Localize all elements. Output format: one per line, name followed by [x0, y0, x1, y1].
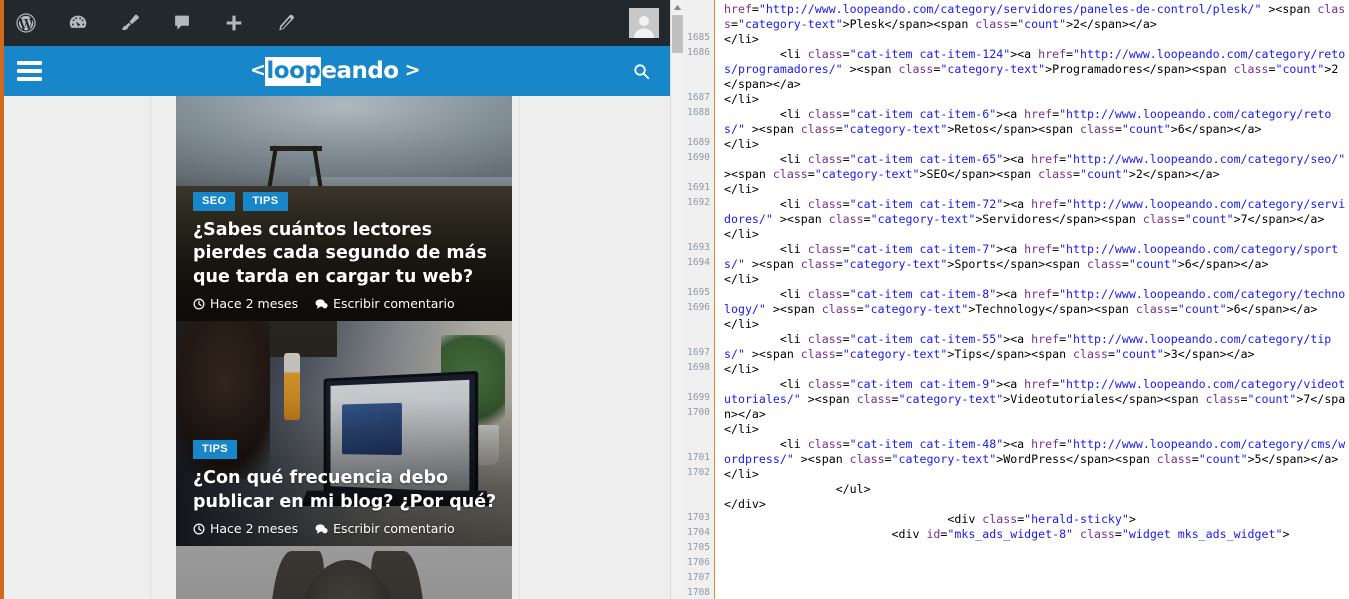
article-comment-text: Escribir comentario — [333, 521, 455, 536]
article-date: Hace 2 meses — [193, 521, 298, 536]
line-number: 1691 — [687, 182, 710, 193]
tag-badge[interactable]: TIPS — [243, 192, 288, 212]
source-scrollbar[interactable] — [670, 0, 684, 599]
tag-badge[interactable]: TIPS — [193, 440, 238, 460]
article-date: Hace 2 meses — [193, 296, 298, 311]
line-number: 1701 — [687, 452, 710, 463]
logo-rest: eando — [321, 58, 399, 84]
site-logo[interactable]: < loop eando > — [58, 56, 612, 86]
logo-suffix: > — [404, 59, 421, 81]
line-number: 1689 — [687, 137, 710, 148]
line-number: 1695 — [687, 287, 710, 298]
line-number: 1702 — [687, 467, 710, 478]
hamburger-line — [16, 77, 42, 81]
line-number: 1698 — [687, 362, 710, 373]
line-number: 1694 — [687, 257, 710, 268]
hamburger-line — [16, 69, 42, 73]
screen-root: < loop eando > SEO TIPS ¿Sabes cuántos l… — [0, 0, 1349, 599]
paintbrush-icon[interactable] — [104, 0, 156, 46]
line-number: 1688 — [687, 107, 710, 118]
article-comment-text: Escribir comentario — [333, 296, 455, 311]
page-source-viewer: 1685 1686 1687 1688 1689 1690 1691 1692 1693 1694… — [670, 0, 1349, 599]
line-number: 1700 — [687, 407, 710, 418]
line-number: 1687 — [687, 92, 710, 103]
line-number: 1699 — [687, 392, 710, 403]
line-number: 1703 — [687, 512, 710, 523]
hamburger-menu-icon[interactable] — [0, 46, 58, 96]
article-tags: SEO TIPS — [193, 192, 498, 212]
article-date-text: Hace 2 meses — [210, 521, 299, 536]
tag-badge[interactable]: SEO — [193, 192, 236, 212]
article-list: SEO TIPS ¿Sabes cuántos lectores pierdes… — [176, 96, 512, 599]
article-meta: Hace 2 meses Escribir comentario — [193, 296, 498, 311]
line-number-gutter: 1685 1686 1687 1688 1689 1690 1691 1692 1693 1694… — [683, 0, 715, 599]
pencil-edit-icon[interactable] — [260, 0, 312, 46]
comment-icon — [315, 298, 328, 310]
article-comment-link[interactable]: Escribir comentario — [315, 296, 455, 311]
article-body: TIPS ¿Con qué frecuencia debo publicar e… — [193, 440, 498, 536]
line-number: 1708 — [687, 587, 710, 598]
comment-bubble-icon[interactable] — [156, 0, 208, 46]
website-preview-pane: < loop eando > SEO TIPS ¿Sabes cuántos l… — [0, 0, 670, 599]
wordpress-logo-icon[interactable] — [0, 0, 52, 46]
hamburger-line — [16, 61, 42, 65]
line-number: 1686 — [687, 47, 710, 58]
clock-icon — [193, 523, 205, 535]
line-number: 1705 — [687, 542, 710, 553]
comment-icon — [315, 523, 328, 535]
line-number: 1707 — [687, 572, 710, 583]
source-code-body: 1685 1686 1687 1688 1689 1690 1691 1692 1693 1694… — [683, 0, 1349, 599]
logo-highlight: loop — [265, 56, 322, 86]
avatar[interactable] — [618, 0, 670, 46]
line-number: 1692 — [687, 197, 710, 208]
article-meta: Hace 2 meses Escribir comentario — [193, 521, 498, 536]
article-thumbnail — [176, 546, 512, 599]
left-edge-strip — [0, 0, 4, 599]
article-title[interactable]: ¿Con qué frecuencia debo publicar en mi … — [193, 467, 498, 514]
line-number: 1685 — [687, 32, 710, 43]
search-icon[interactable] — [612, 46, 670, 96]
dashboard-gauge-icon[interactable] — [52, 0, 104, 46]
line-number: 1704 — [687, 527, 710, 538]
article-card[interactable] — [176, 546, 512, 599]
article-tags: TIPS — [193, 440, 498, 460]
article-title[interactable]: ¿Sabes cuántos lectores pierdes cada seg… — [193, 219, 498, 289]
logo-prefix: < — [249, 59, 266, 81]
source-code-text[interactable]: href="http://www.loopeando.com/category/… — [715, 0, 1349, 599]
column-divider-right — [519, 96, 520, 599]
scrollbar-thumb[interactable] — [672, 15, 683, 53]
clock-icon — [193, 298, 205, 310]
line-number: 1693 — [687, 242, 710, 253]
column-divider-left — [150, 96, 151, 599]
article-card[interactable]: SEO TIPS ¿Sabes cuántos lectores pierdes… — [176, 96, 512, 321]
line-number: 1697 — [687, 347, 710, 358]
avatar-image — [629, 8, 659, 38]
line-number: 1690 — [687, 152, 710, 163]
line-number: 1696 — [687, 302, 710, 313]
plus-icon[interactable] — [208, 0, 260, 46]
article-date-text: Hace 2 meses — [210, 296, 299, 311]
wordpress-admin-bar — [0, 0, 670, 46]
article-comment-link[interactable]: Escribir comentario — [315, 521, 455, 536]
line-number: 1706 — [687, 557, 710, 568]
article-body: SEO TIPS ¿Sabes cuántos lectores pierdes… — [193, 192, 498, 311]
site-content-area: SEO TIPS ¿Sabes cuántos lectores pierdes… — [0, 96, 670, 599]
article-card[interactable]: TIPS ¿Con qué frecuencia debo publicar e… — [176, 321, 512, 546]
site-header-bar: < loop eando > — [0, 46, 670, 96]
